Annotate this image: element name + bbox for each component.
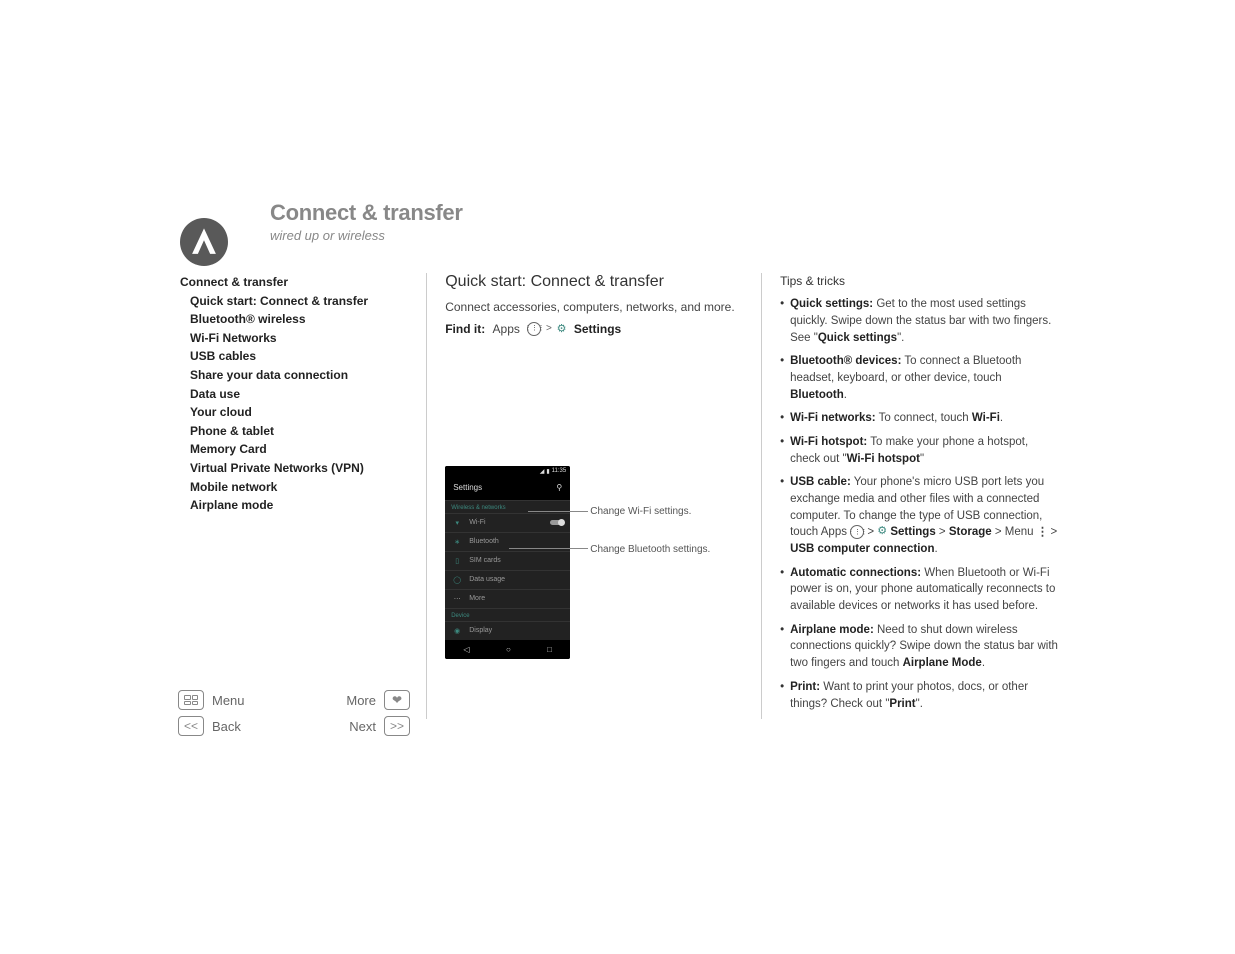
gear-icon: ⚙: [877, 524, 887, 540]
page-title: Connect & transfer: [270, 200, 1060, 226]
back-icon[interactable]: ◁: [463, 645, 469, 654]
settings-row-more[interactable]: ⋯More: [445, 589, 570, 608]
tip-item: Automatic connections: When Bluetooth or…: [780, 565, 1060, 615]
page-subtitle: wired up or wireless: [270, 228, 1060, 243]
toc-heading: Connect & transfer: [180, 273, 426, 292]
toc-link[interactable]: USB cables: [180, 347, 426, 366]
motorola-logo: [180, 218, 228, 266]
home-icon[interactable]: ○: [506, 645, 511, 654]
apps-icon: ⋮⋮⋮: [850, 525, 864, 539]
more-button[interactable]: More❤: [346, 690, 410, 710]
tip-item: Wi-Fi hotspot: To make your phone a hots…: [780, 434, 1060, 467]
recent-icon[interactable]: □: [547, 645, 552, 654]
settings-row-display[interactable]: ◉Display: [445, 621, 570, 640]
tips-heading: Tips & tricks: [780, 273, 1060, 290]
divider: [426, 273, 427, 719]
tips-list: Quick settings: Get to the most used set…: [780, 296, 1060, 712]
phone-screenshot: ◢▮11:35 Settings⚲ Wireless & networks ▾W…: [445, 466, 570, 659]
settings-row-data[interactable]: ◯Data usage: [445, 570, 570, 589]
tip-item: USB cable: Your phone's micro USB port l…: [780, 474, 1060, 557]
toc-link[interactable]: Virtual Private Networks (VPN): [180, 459, 426, 478]
back-button[interactable]: <<Back: [178, 716, 241, 736]
toc-link[interactable]: Memory Card: [180, 440, 426, 459]
status-time: 11:35: [552, 468, 567, 474]
android-navbar: ◁ ○ □: [445, 640, 570, 659]
toc-link[interactable]: Quick start: Connect & transfer: [180, 292, 426, 311]
menu-button[interactable]: Menu: [178, 690, 245, 710]
divider: [761, 273, 762, 719]
toc-link[interactable]: Wi-Fi Networks: [180, 329, 426, 348]
toc-link[interactable]: Airplane mode: [180, 496, 426, 515]
tip-item: Wi-Fi networks: To connect, touch Wi-Fi.: [780, 410, 1060, 427]
next-button[interactable]: Next>>: [349, 716, 410, 736]
battery-icon: ▮: [546, 468, 549, 475]
callout-line: [528, 511, 588, 512]
signal-icon: ◢: [540, 468, 545, 475]
search-icon[interactable]: ⚲: [556, 483, 562, 492]
callout-line: [509, 548, 588, 549]
section-label: Device: [445, 608, 570, 621]
toc-link[interactable]: Bluetooth® wireless: [180, 310, 426, 329]
tip-item: Airplane mode: Need to shut down wireles…: [780, 622, 1060, 672]
toggle-icon[interactable]: [550, 520, 564, 525]
toc-link[interactable]: Share your data connection: [180, 366, 426, 385]
gear-icon: ⚙: [557, 322, 567, 335]
toc-link[interactable]: Mobile network: [180, 478, 426, 497]
toc-link[interactable]: Data use: [180, 385, 426, 404]
phone-settings-title: Settings: [453, 483, 482, 492]
toc-link[interactable]: Your cloud: [180, 403, 426, 422]
apps-icon: ⋮⋮⋮: [527, 322, 541, 336]
toc-sidebar: Connect & transfer Quick start: Connect …: [180, 273, 426, 719]
find-it-path: Find it: Apps ⋮⋮⋮ > ⚙ Settings: [445, 322, 743, 336]
toc-link[interactable]: Phone & tablet: [180, 422, 426, 441]
tip-item: Print: Want to print your photos, docs, …: [780, 679, 1060, 712]
callout-wifi: Change Wi-Fi settings.: [590, 506, 691, 517]
settings-row-wifi[interactable]: ▾Wi-Fi: [445, 513, 570, 532]
tip-item: Quick settings: Get to the most used set…: [780, 296, 1060, 346]
callout-bluetooth: Change Bluetooth settings.: [590, 544, 710, 555]
settings-row-sim[interactable]: ▯SIM cards: [445, 551, 570, 570]
section-heading: Quick start: Connect & transfer: [445, 273, 743, 291]
tip-item: Bluetooth® devices: To connect a Bluetoo…: [780, 353, 1060, 403]
section-desc: Connect accessories, computers, networks…: [445, 299, 743, 316]
